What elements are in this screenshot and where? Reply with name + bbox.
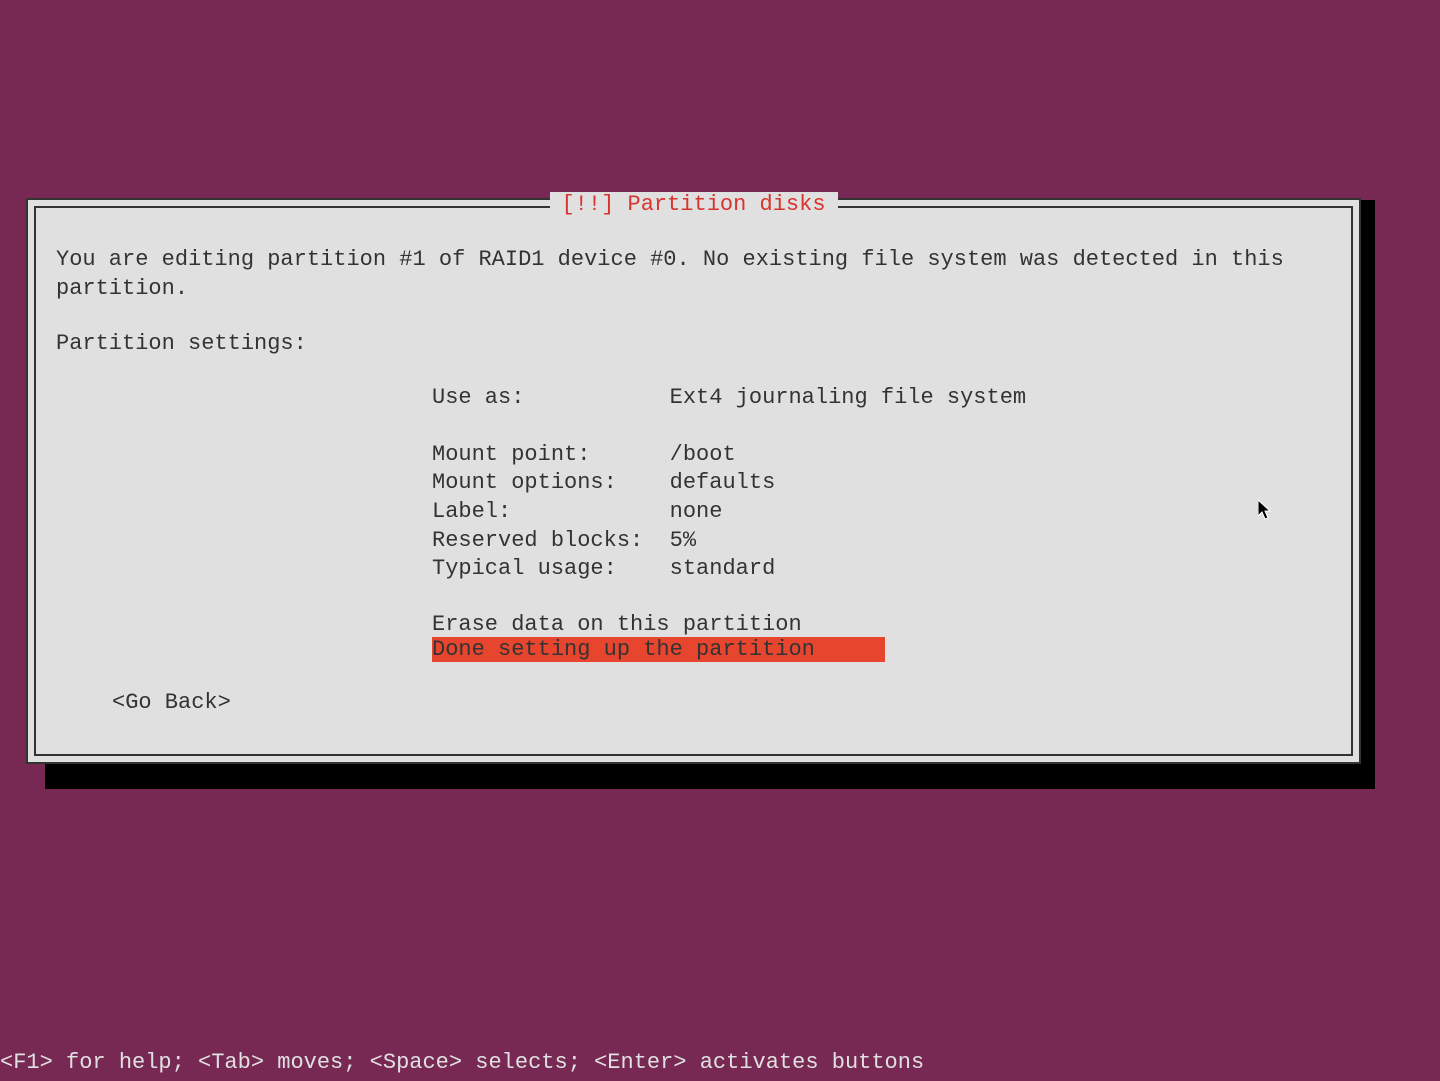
dialog-inner-frame: [!!] Partition disks You are editing par… bbox=[34, 206, 1353, 756]
go-back-button[interactable]: <Go Back> bbox=[112, 690, 1331, 715]
setting-value: none bbox=[670, 499, 723, 524]
action-menu: Erase data on this partition Done settin… bbox=[432, 612, 1331, 662]
setting-value: defaults bbox=[670, 470, 776, 495]
setting-value: 5% bbox=[670, 528, 696, 553]
setting-use-as[interactable]: Use as: Ext4 journaling file system bbox=[432, 384, 1331, 413]
setting-label: Mount point: bbox=[432, 442, 590, 467]
setting-mount-point[interactable]: Mount point: /boot bbox=[432, 441, 1331, 470]
setting-value: Ext4 journaling file system bbox=[670, 385, 1026, 410]
dialog-title: [!!] Partition disks bbox=[549, 192, 837, 217]
done-setting-up-action[interactable]: Done setting up the partition bbox=[432, 637, 885, 662]
setting-label: Use as: bbox=[432, 385, 524, 410]
setting-label[interactable]: Label: none bbox=[432, 498, 1331, 527]
erase-data-action[interactable]: Erase data on this partition bbox=[432, 612, 802, 637]
settings-block: Use as: Ext4 journaling file system Moun… bbox=[432, 384, 1331, 662]
setting-value: /boot bbox=[670, 442, 736, 467]
partition-dialog: [!!] Partition disks You are editing par… bbox=[26, 198, 1361, 764]
setting-label: Typical usage: bbox=[432, 556, 617, 581]
blank-row bbox=[432, 413, 1331, 441]
setting-label: Mount options: bbox=[432, 470, 617, 495]
setting-reserved-blocks[interactable]: Reserved blocks: 5% bbox=[432, 527, 1331, 556]
setting-label: Reserved blocks: bbox=[432, 528, 643, 553]
setting-label: Label: bbox=[432, 499, 511, 524]
help-bar: <F1> for help; <Tab> moves; <Space> sele… bbox=[0, 1044, 1440, 1081]
intro-text: You are editing partition #1 of RAID1 de… bbox=[56, 246, 1331, 303]
setting-mount-options[interactable]: Mount options: defaults bbox=[432, 469, 1331, 498]
section-heading: Partition settings: bbox=[56, 331, 1331, 356]
dialog-content: You are editing partition #1 of RAID1 de… bbox=[36, 208, 1351, 735]
setting-value: standard bbox=[670, 556, 776, 581]
setting-typical-usage[interactable]: Typical usage: standard bbox=[432, 555, 1331, 584]
